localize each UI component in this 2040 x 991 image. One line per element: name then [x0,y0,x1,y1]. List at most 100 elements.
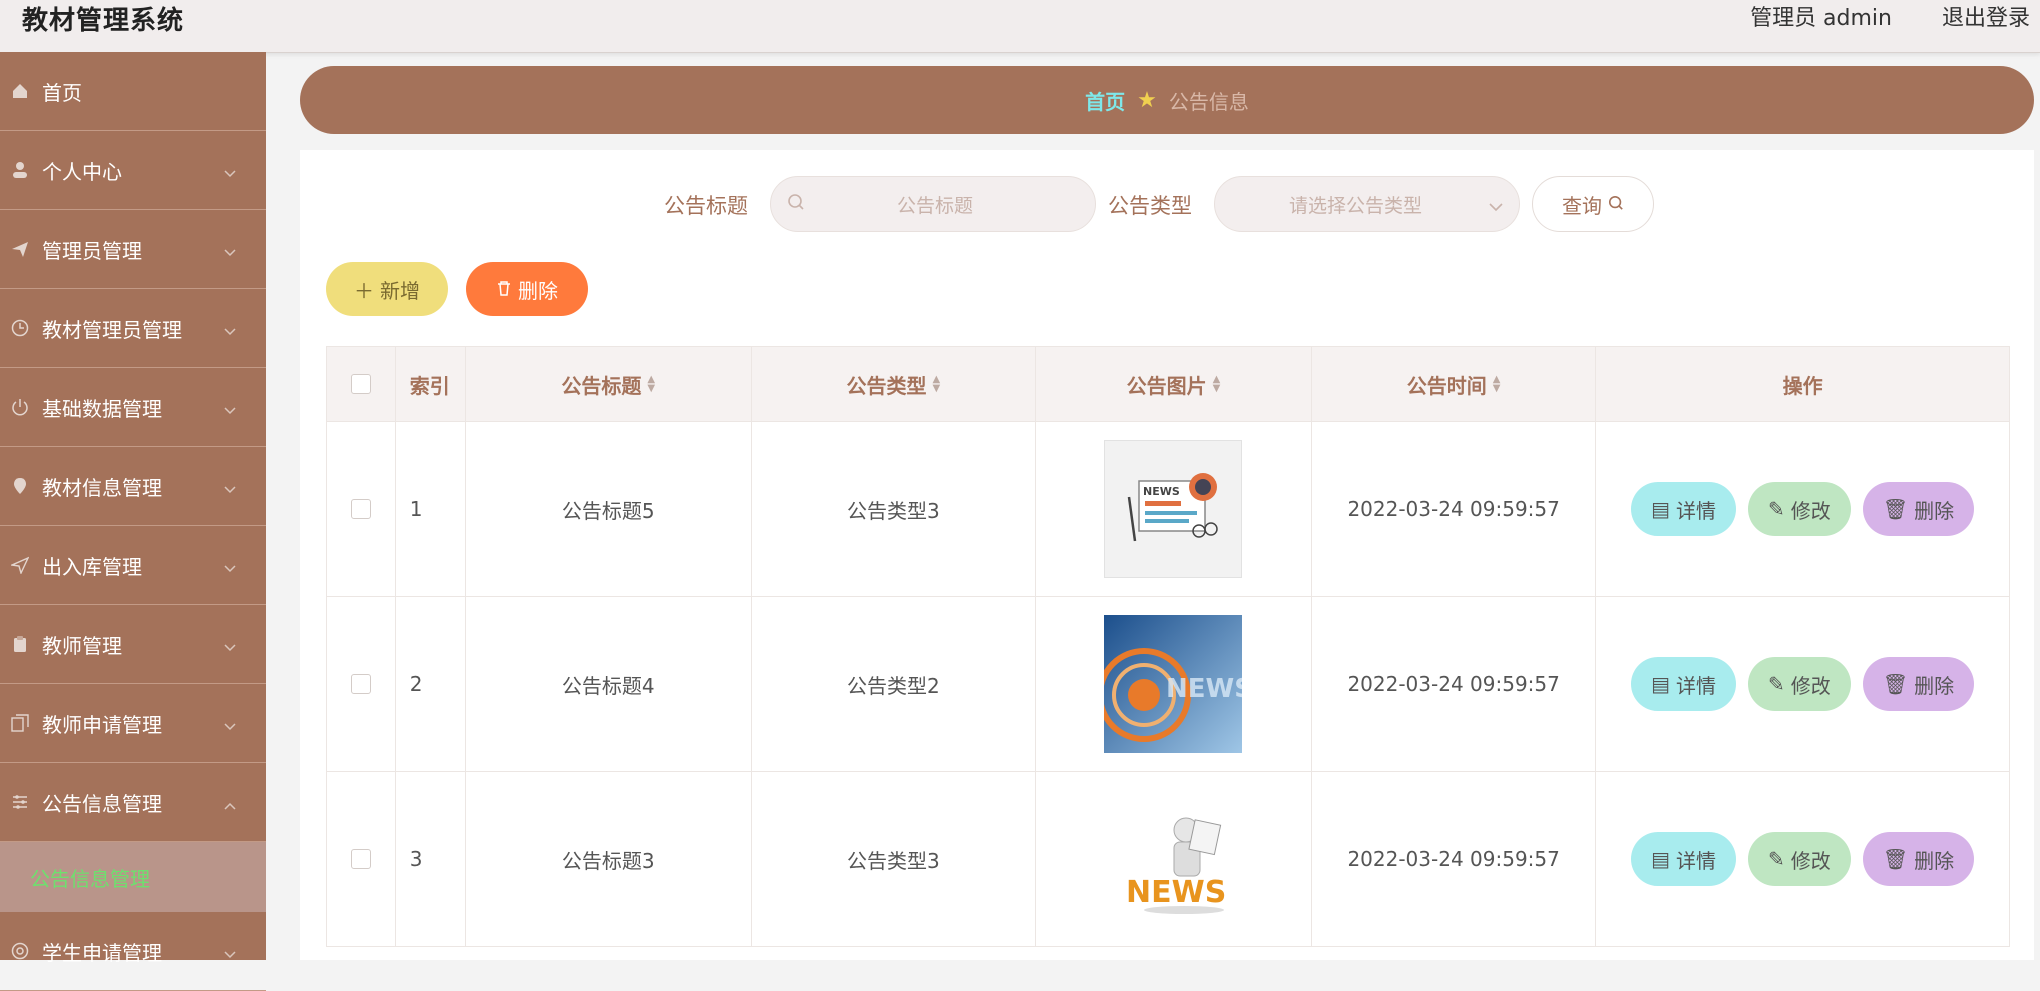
delete-label: 删除 [1914,848,1955,873]
edit-label: 修改 [1790,848,1831,873]
select-all-cell [327,347,396,421]
sidebar-item-teacher-requests[interactable]: 教师申请管理 [0,684,266,763]
header-type[interactable]: 公告类型 ▲ ▼ [752,347,1036,421]
sidebar-item-label: 基础数据管理 [42,396,162,421]
delete-button[interactable]: 🗑 删除 [1862,832,1975,886]
header-type-label: 公告类型 [846,373,927,398]
table-row: 3 公告标题3 公告类型3 NEWS 2022-03-24 09:59:57 ▤… [327,772,2009,947]
detail-label: 详情 [1675,848,1716,873]
sort-icon[interactable]: ▲ ▼ [647,375,655,394]
detail-label: 详情 [1675,498,1716,523]
pencil-icon: ✎ [1767,672,1785,696]
row-checkbox[interactable] [350,499,371,519]
sidebar-item-label: 教材信息管理 [42,475,162,500]
query-button-label: 查询 [1562,193,1602,218]
batch-delete-button[interactable]: 删除 [466,262,588,316]
header-time[interactable]: 公告时间 ▲ ▼ [1312,347,1597,421]
row-type: 公告类型2 [752,597,1036,771]
news-thumbnail[interactable]: NEWS [1104,790,1242,928]
row-index: 3 [396,772,466,946]
news-thumbnail[interactable]: NEWS [1104,615,1243,753]
logout-link[interactable]: 退出登录 [1942,0,2030,32]
chevron-down-icon [224,238,236,262]
header-title[interactable]: 公告标题 ▲ ▼ [466,347,752,421]
detail-button[interactable]: ▤ 详情 [1631,832,1736,886]
sidebar-item-student-requests[interactable]: 学生申请管理 [0,912,266,991]
batch-delete-label: 删除 [518,278,558,303]
edit-button[interactable]: ✎ 修改 [1747,657,1851,711]
row-index: 2 [396,597,466,771]
sidebar-item-basic-data[interactable]: 基础数据管理 [0,368,266,447]
row-title: 公告标题3 [466,772,752,946]
title-search-input[interactable]: 公告标题 [770,176,1096,232]
sort-icon[interactable]: ▲ ▼ [932,375,940,394]
row-index: 1 [396,422,466,596]
sidebar-item-teachers[interactable]: 教师管理 [0,605,266,684]
lifebuoy-icon [10,941,30,961]
main-panel: 公告标题 公告标题 公告类型 请选择公告类型 查询 ＋ 新增 删除 索引 公告标… [300,150,2034,960]
edit-button[interactable]: ✎ 修改 [1747,832,1851,886]
row-title: 公告标题5 [466,422,752,596]
sidebar-item-materials[interactable]: 教材信息管理 [0,447,266,526]
copy-icon [10,713,30,733]
edit-label: 修改 [1790,673,1831,698]
select-all-checkbox[interactable] [350,374,371,394]
chevron-down-icon [224,475,236,499]
send-icon [10,239,30,259]
row-image-cell: NEWS [1036,597,1313,771]
chevron-down-icon [224,159,236,183]
detail-button[interactable]: ▤ 详情 [1631,482,1736,536]
row-type: 公告类型3 [752,772,1036,946]
sidebar-item-home[interactable]: 首页 [0,52,266,131]
plus-icon: ＋ [354,278,374,303]
type-select[interactable]: 请选择公告类型 [1214,176,1520,232]
query-button[interactable]: 查询 [1532,176,1654,232]
breadcrumb-home[interactable]: 首页 [1085,86,1125,115]
sidebar-item-notices[interactable]: 公告信息管理 [0,763,266,842]
sidebar-item-label: 管理员管理 [42,238,142,263]
sidebar-item-profile[interactable]: 个人中心 [0,131,266,210]
chevron-down-icon [224,396,236,420]
chevron-down-icon [1489,195,1503,217]
delete-button[interactable]: 🗑 删除 [1862,482,1975,536]
detail-button[interactable]: ▤ 详情 [1631,657,1736,711]
user-icon [10,160,30,180]
chevron-down-icon [224,633,236,657]
table-row: 1 公告标题5 公告类型3 NEWS 2022-03-24 09:59:57 ▤… [327,422,2009,597]
row-actions: ▤ 详情 ✎ 修改 🗑 删除 [1596,772,2009,946]
sidebar-subitem-notices[interactable]: 公告信息管理 [0,842,266,912]
row-time: 2022-03-24 09:59:57 [1312,772,1597,946]
location-icon [10,476,30,496]
row-actions: ▤ 详情 ✎ 修改 🗑 删除 [1596,597,2009,771]
edit-label: 修改 [1790,498,1831,523]
row-checkbox-cell [327,597,396,771]
news-thumbnail[interactable]: NEWS [1104,440,1243,578]
header-image[interactable]: 公告图片 ▲ ▼ [1036,347,1313,421]
sidebar-item-admins[interactable]: 管理员管理 [0,210,266,289]
sidebar-item-label: 个人中心 [42,159,122,184]
document-icon: ▤ [1651,847,1670,871]
row-actions: ▤ 详情 ✎ 修改 🗑 删除 [1596,422,2009,596]
table-row: 2 公告标题4 公告类型2 NEWS [327,597,2009,772]
search-bar: 公告标题 公告标题 公告类型 请选择公告类型 查询 [300,176,2034,232]
row-checkbox[interactable] [350,849,371,869]
row-time: 2022-03-24 09:59:57 [1312,422,1597,596]
svg-text:NEWS: NEWS [1143,485,1180,498]
sort-icon[interactable]: ▲ ▼ [1493,375,1501,394]
current-user: 管理员 admin [1750,6,1892,31]
title-search-label: 公告标题 [664,194,748,218]
detail-label: 详情 [1675,673,1716,698]
sort-icon[interactable]: ▲ ▼ [1213,375,1221,394]
sliders-icon [10,792,30,812]
row-checkbox-cell [327,772,396,946]
trash-icon: 🗑 [1882,672,1909,696]
sidebar-item-stock[interactable]: 出入库管理 [0,526,266,605]
chevron-up-icon [224,791,236,815]
add-button[interactable]: ＋ 新增 [326,262,448,316]
power-icon [10,397,30,417]
delete-button[interactable]: 🗑 删除 [1862,657,1975,711]
edit-button[interactable]: ✎ 修改 [1747,482,1851,536]
row-checkbox[interactable] [350,674,371,694]
notice-table: 索引 公告标题 ▲ ▼ 公告类型 ▲ ▼ 公告图片 ▲ ▼ 公告时间 ▲ ▼ 操作 1 公告标题… [326,346,2010,947]
sidebar-item-material-admins[interactable]: 教材管理员管理 [0,289,266,368]
